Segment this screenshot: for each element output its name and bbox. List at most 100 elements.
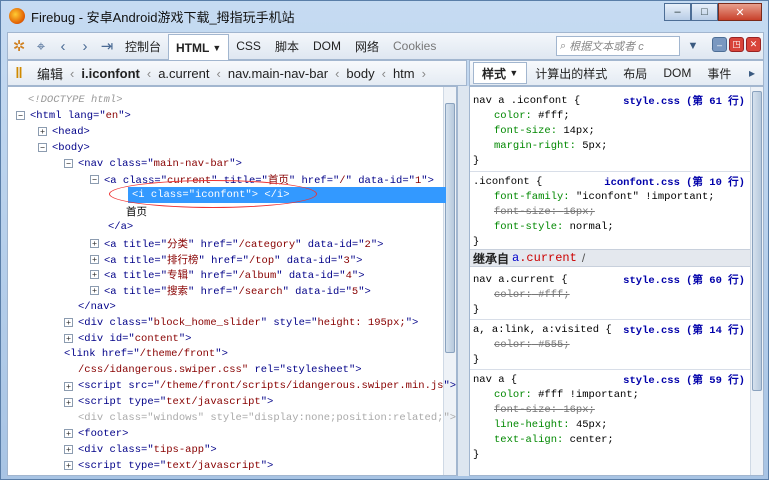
css-declaration[interactable]: font-family: "iconfont" !important;: [494, 189, 715, 204]
html-tag: <a title="分类" href="/category" data-id="…: [104, 238, 384, 251]
tab-cookies[interactable]: Cookies: [386, 34, 443, 58]
html-node-line[interactable]: <!DOCTYPE html>: [28, 92, 123, 108]
expand-icon[interactable]: +: [64, 445, 73, 455]
css-declaration-overridden[interactable]: color: #555;: [494, 337, 570, 352]
css-declaration[interactable]: font-size: 14px;: [494, 123, 595, 138]
style-pane[interactable]: nav a .iconfont { style.css (第 61 行) col…: [469, 86, 764, 476]
collapse-icon[interactable]: −: [64, 159, 73, 169]
style-scrollbar[interactable]: [750, 87, 763, 475]
close-button[interactable]: ✕: [718, 3, 762, 21]
expand-icon[interactable]: +: [64, 429, 73, 439]
collapse-icon[interactable]: −: [16, 111, 25, 121]
expand-icon[interactable]: +: [90, 238, 99, 248]
css-declaration[interactable]: color: #fff !important;: [494, 387, 639, 402]
crumb-html[interactable]: htm: [386, 66, 422, 81]
tab-net[interactable]: 网络: [348, 34, 386, 58]
expand-icon[interactable]: +: [64, 381, 73, 391]
html-node-line[interactable]: <link href="/theme/front">: [64, 346, 228, 362]
html-node-line[interactable]: + <div class="tips-app">: [64, 442, 217, 458]
firebug-bug-icon[interactable]: ✲: [8, 35, 30, 57]
html-node-line[interactable]: </nav>: [78, 299, 116, 315]
expand-icon[interactable]: +: [90, 270, 99, 280]
html-node-line[interactable]: + <a title="搜索" href="/search" data-id="5…: [90, 283, 371, 299]
css-declaration[interactable]: text-align: center;: [494, 432, 614, 447]
html-node-line[interactable]: + <a title="专辑" href="/album" data-id="4"…: [90, 267, 365, 283]
html-node-line[interactable]: + <footer>: [64, 426, 128, 442]
close-panel-icon[interactable]: ✕: [746, 37, 761, 52]
html-node-line[interactable]: + <head>: [38, 124, 90, 140]
crumb-a-current[interactable]: a.current: [151, 66, 216, 81]
tab-html[interactable]: HTML ▼: [168, 34, 230, 60]
expand-icon[interactable]: +: [64, 334, 73, 343]
rule-source-link[interactable]: style.css (第 60 行): [623, 272, 745, 287]
html-node-line[interactable]: + <div class="block_home_slider" style="h…: [64, 315, 418, 331]
css-declaration[interactable]: line-height: 45px;: [494, 417, 607, 432]
tab-script[interactable]: 脚本: [268, 34, 306, 58]
panel-splitter[interactable]: [457, 86, 469, 476]
css-declaration-overridden[interactable]: color: #fff;: [494, 287, 570, 302]
html-node-line[interactable]: + <a title="排行榜" href="/top" data-id="3">: [90, 251, 362, 267]
tab-side-dom[interactable]: DOM: [655, 66, 699, 80]
inherited-element-link[interactable]: a.current: [512, 251, 577, 265]
crumb-nav[interactable]: nav.main-nav-bar: [221, 66, 335, 81]
html-tree-pane[interactable]: <!DOCTYPE html> − <html lang="en"> + <head> −…: [7, 86, 457, 476]
expand-icon[interactable]: +: [64, 397, 73, 407]
tab-style[interactable]: 样式 ▼: [473, 62, 528, 84]
tab-layout[interactable]: 布局: [615, 65, 655, 82]
pencil-icon[interactable]: /: [582, 251, 585, 265]
tab-css[interactable]: CSS: [229, 34, 268, 58]
pause-icon[interactable]: ‖: [8, 62, 30, 84]
html-node-line[interactable]: + <script type="text/javascript">: [64, 394, 273, 410]
forward-arrow-icon[interactable]: ›: [74, 35, 96, 57]
css-declaration[interactable]: margin-right: 5px;: [494, 138, 607, 153]
detach-icon[interactable]: ◳: [729, 37, 744, 52]
crumb-i-iconfont[interactable]: i.iconfont: [74, 66, 147, 81]
maximize-button[interactable]: □: [691, 3, 718, 21]
minimize-panel-icon[interactable]: –: [712, 37, 727, 52]
back-arrow-icon[interactable]: ‹: [52, 35, 74, 57]
scroll-right-icon[interactable]: ›: [422, 66, 426, 81]
tab-dom[interactable]: DOM: [306, 34, 348, 58]
tab-computed[interactable]: 计算出的样式: [527, 65, 615, 82]
expand-icon[interactable]: +: [90, 254, 99, 264]
crumb-body[interactable]: body: [339, 66, 381, 81]
html-node-line[interactable]: </a>: [108, 219, 133, 235]
html-node-line[interactable]: <div class="windows" style="display:none…: [78, 410, 456, 426]
html-node-line[interactable]: + <a title="分类" href="/category" data-id=…: [90, 235, 383, 251]
expand-icon[interactable]: +: [38, 127, 47, 137]
search-down-icon[interactable]: ▼: [683, 36, 703, 56]
minimize-button[interactable]: –: [664, 3, 691, 21]
collapse-icon[interactable]: −: [38, 143, 47, 153]
tab-console[interactable]: 控制台: [118, 34, 168, 58]
collapse-icon[interactable]: −: [90, 175, 99, 184]
rule-source-link[interactable]: iconfont.css (第 10 行): [604, 174, 745, 189]
html-tag: <link href="/theme/front">: [64, 348, 228, 361]
search-input[interactable]: ⌕ 根据文本或者 c: [556, 36, 680, 56]
html-node-line[interactable]: 首页: [126, 203, 147, 219]
inspect-icon[interactable]: ⌖: [30, 35, 52, 57]
expand-icon[interactable]: +: [90, 286, 99, 296]
css-declaration[interactable]: font-style: normal;: [494, 219, 614, 234]
html-node-line[interactable]: + <script type="text/javascript">: [64, 458, 273, 474]
expand-icon[interactable]: +: [64, 318, 73, 328]
css-declaration-overridden[interactable]: font-size: 16px;: [494, 204, 595, 219]
css-declaration-overridden[interactable]: font-size: 16px;: [494, 402, 595, 417]
rule-source-link[interactable]: style.css (第 61 行): [623, 93, 745, 108]
more-tabs-icon[interactable]: ▸: [741, 66, 763, 80]
step-icon[interactable]: ⇥: [96, 35, 118, 57]
edit-button[interactable]: 编辑: [30, 64, 70, 83]
html-node-line[interactable]: − <html lang="en">: [16, 108, 131, 124]
html-node-line[interactable]: + <div id="content">: [64, 331, 191, 347]
expand-icon[interactable]: +: [64, 461, 73, 471]
style-scrollbar-thumb[interactable]: [752, 91, 762, 391]
html-node-line[interactable]: − <body>: [38, 140, 90, 156]
html-scrollbar-thumb[interactable]: [445, 103, 455, 353]
html-node-line[interactable]: + <script src="/theme/front/scripts/idang…: [64, 378, 456, 394]
rule-source-link[interactable]: style.css (第 59 行): [623, 372, 745, 387]
tab-events[interactable]: 事件: [699, 65, 739, 82]
css-property: text-align:: [494, 433, 564, 446]
css-declaration[interactable]: color: #fff;: [494, 108, 570, 123]
html-node-line[interactable]: /css/idangerous.swiper.css" rel="stylesh…: [78, 362, 362, 378]
html-node-line[interactable]: − <nav class="main-nav-bar">: [64, 156, 242, 172]
rule-source-link[interactable]: style.css (第 14 行): [623, 322, 745, 337]
